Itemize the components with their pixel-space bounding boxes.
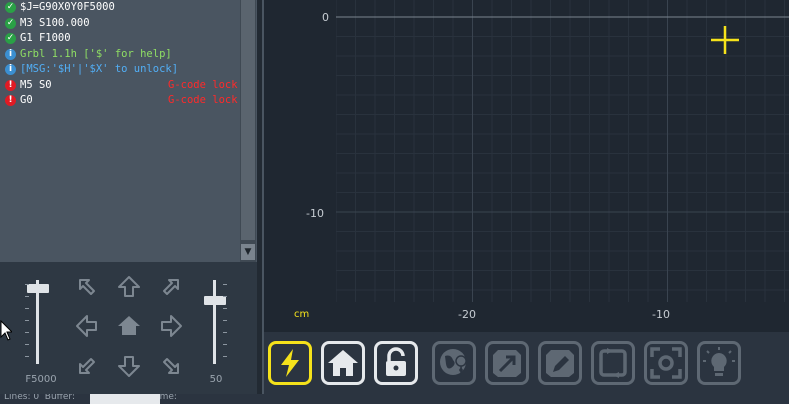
laser-test-button[interactable]: [697, 341, 741, 385]
log-line: i Grbl 1.1h ['$' for help]: [3, 47, 239, 63]
slider-tick: [223, 296, 227, 297]
frame-edit-button[interactable]: [538, 341, 582, 385]
check-icon: ✓: [5, 2, 16, 13]
info-icon: i: [5, 64, 16, 75]
slider-tick: [25, 332, 29, 333]
scroll-down-button[interactable]: ▼: [241, 244, 255, 260]
slider-tick: [223, 356, 227, 357]
x-tick-label: -20: [458, 308, 476, 321]
bulb-icon: [703, 347, 735, 376]
home-icon: [328, 350, 358, 376]
jog-down-right-button[interactable]: [158, 353, 184, 379]
globe-pin-icon: [440, 349, 467, 378]
log-text: M5 S0: [20, 78, 52, 91]
arrow-right-icon: [161, 315, 182, 337]
slider-tick: [223, 284, 227, 285]
log-text: [MSG:'$H'|'$X' to unlock]: [20, 63, 179, 75]
slider-tick: [25, 296, 29, 297]
log-error-text: G-code lock: [168, 78, 238, 91]
jog-home-button[interactable]: [116, 313, 142, 339]
mouse-cursor-icon: [0, 320, 12, 341]
scrollbar-thumb[interactable]: [241, 0, 255, 240]
log-text: G1 F1000: [20, 32, 71, 44]
grid-major-lines: [336, 0, 789, 302]
unit-label: cm: [294, 309, 310, 320]
lightning-icon: [281, 349, 299, 377]
jog-down-button[interactable]: [116, 353, 142, 379]
log-line: ✓ $J=G90X0Y0F5000: [3, 0, 239, 16]
work-grid[interactable]: [336, 0, 789, 302]
grid-minor-lines: [336, 0, 789, 302]
frame-arrow-icon: [493, 350, 521, 377]
log-text: G0: [20, 94, 33, 106]
log-line: ! G0 G-code lock: [3, 93, 239, 109]
slider-tick: [223, 320, 227, 321]
frame-button[interactable]: [485, 341, 529, 385]
arrow-down-right-icon: [163, 358, 179, 374]
slider-tick: [25, 356, 29, 357]
jog-up-left-button[interactable]: [74, 274, 100, 300]
log-text: $J=G90X0Y0F5000: [20, 1, 115, 13]
work-canvas[interactable]: 0 -10 -20 -10 cm: [264, 0, 789, 332]
home-button[interactable]: [321, 341, 365, 385]
arrow-down-left-icon: [79, 358, 95, 374]
feed-slider[interactable]: [22, 276, 52, 366]
buffer-field: [90, 394, 160, 404]
console-log: ✓ $J=G90X0Y0F5000 ✓ M3 S100.000 ✓ G1 F10…: [3, 0, 239, 262]
check-icon: ✓: [5, 17, 16, 29]
error-icon: !: [5, 79, 16, 91]
status-bar: Lines: 0 Buffer: Estimated Time:: [0, 394, 789, 404]
log-text: M3 S100.000: [20, 16, 90, 29]
arrow-up-right-icon: [163, 279, 179, 295]
unlock-button[interactable]: [374, 341, 418, 385]
arrow-up-icon: [118, 276, 140, 297]
info-icon: i: [5, 48, 16, 60]
slider-tick: [25, 344, 29, 345]
slider-tick: [223, 344, 227, 345]
unlock-icon: [386, 347, 406, 376]
jog-panel: F5000 50: [0, 262, 257, 404]
log-line: ! M5 S0 G-code lock: [3, 78, 239, 94]
arrow-down-icon: [118, 356, 140, 377]
x-tick-label: -10: [652, 308, 670, 321]
toolbar: [264, 332, 789, 394]
log-text: Grbl 1.1h ['$' for help]: [20, 47, 172, 60]
connect-button[interactable]: [268, 341, 312, 385]
y-tick-label: 0: [322, 11, 329, 24]
trace-frame-button[interactable]: [591, 341, 635, 385]
crosshair-icon: [711, 26, 739, 54]
y-tick-label: -10: [306, 207, 324, 220]
focus-button[interactable]: [644, 341, 688, 385]
focus-icon: [650, 347, 682, 379]
home-icon: [118, 316, 140, 335]
slider-tick: [25, 320, 29, 321]
jog-left-button[interactable]: [74, 313, 100, 339]
jog-up-button[interactable]: [116, 274, 142, 300]
feed-caption: F5000: [25, 374, 57, 385]
slider-tick: [25, 284, 29, 285]
rotate-frame-icon: [599, 348, 627, 378]
log-error-text: G-code lock: [168, 94, 238, 106]
arrow-left-icon: [76, 315, 97, 337]
step-slider-track: [213, 280, 216, 364]
console-scrollbar[interactable]: ▼: [240, 0, 256, 262]
jog-right-button[interactable]: [158, 313, 184, 339]
console-panel: ✓ $J=G90X0Y0F5000 ✓ M3 S100.000 ✓ G1 F10…: [0, 0, 257, 262]
jog-down-left-button[interactable]: [74, 353, 100, 379]
log-line: i [MSG:'$H'|'$X' to unlock]: [3, 62, 239, 78]
arrow-up-left-icon: [79, 279, 95, 295]
log-line: ✓ M3 S100.000: [3, 16, 239, 32]
set-origin-button[interactable]: [432, 341, 476, 385]
frame-edit-icon: [546, 350, 574, 377]
step-slider[interactable]: [200, 276, 230, 366]
jog-up-right-button[interactable]: [158, 274, 184, 300]
log-line: ✓ G1 F1000: [3, 31, 239, 47]
slider-tick: [223, 332, 227, 333]
step-caption: 50: [209, 374, 223, 385]
slider-tick: [223, 308, 227, 309]
error-icon: !: [5, 95, 16, 106]
feed-slider-thumb[interactable]: [27, 283, 49, 293]
slider-tick: [25, 308, 29, 309]
check-icon: ✓: [5, 33, 16, 44]
